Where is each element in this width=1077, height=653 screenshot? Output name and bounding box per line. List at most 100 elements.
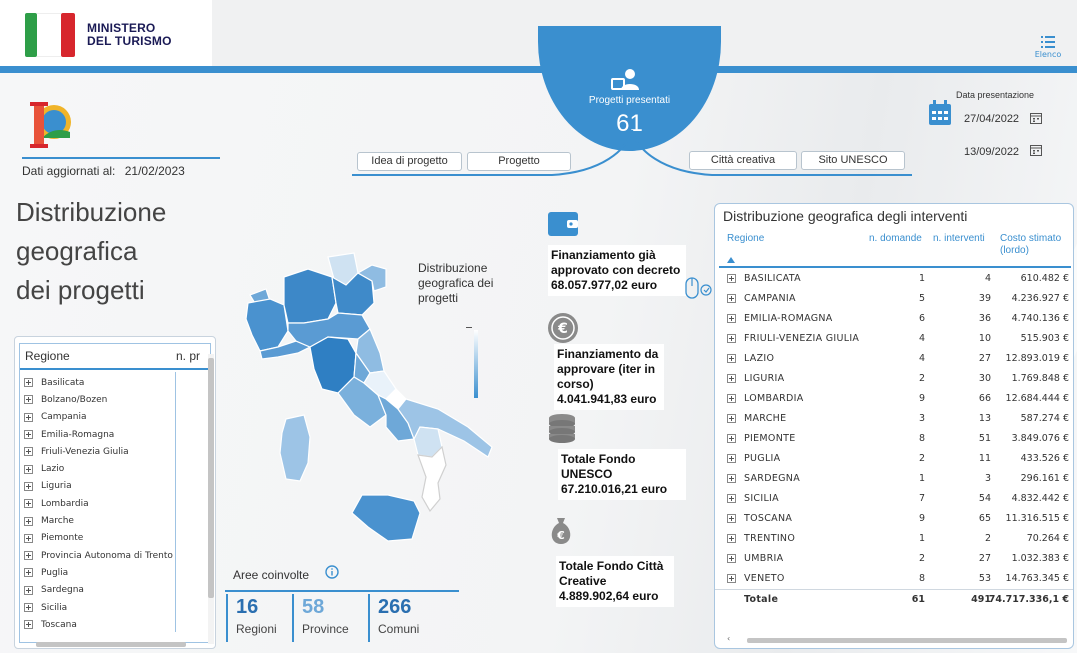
table-scroll-thumb[interactable]	[747, 638, 1067, 643]
col-header-regione[interactable]: Regione	[727, 233, 764, 245]
expand-icon[interactable]	[24, 395, 33, 405]
slicer-hscroll-thumb[interactable]	[36, 642, 186, 647]
slicer-scroll-thumb[interactable]	[208, 358, 214, 598]
date-end-input[interactable]: 13/09/2022	[964, 146, 1019, 158]
slicer-item[interactable]: Lombardia	[24, 495, 174, 512]
header-divider	[0, 66, 1077, 73]
date-start-input[interactable]: 27/04/2022	[964, 113, 1019, 125]
expand-icon[interactable]	[24, 551, 33, 561]
expand-icon[interactable]	[727, 414, 736, 423]
expand-icon[interactable]	[24, 481, 33, 491]
expand-icon[interactable]	[727, 454, 736, 463]
filter-progetto[interactable]: Progetto	[467, 152, 571, 171]
slicer-item[interactable]: Sardegna	[24, 582, 174, 599]
table-row[interactable]: EMILIA-ROMAGNA 6 36 4.740.136 €	[715, 309, 1073, 329]
slicer-horizontal-scrollbar[interactable]	[24, 640, 212, 648]
cell-domande: 2	[918, 553, 925, 564]
cell-domande: 1	[918, 533, 925, 544]
table-row[interactable]: SARDEGNA 1 3 296.161 €	[715, 469, 1073, 489]
expand-icon[interactable]	[727, 314, 736, 323]
slicer-vertical-scrollbar[interactable]	[208, 354, 214, 644]
table-row[interactable]: LAZIO 4 27 12.893.019 €	[715, 349, 1073, 369]
col-header-domande[interactable]: n. domande	[869, 233, 922, 245]
cell-costo: 610.482 €	[1020, 273, 1069, 284]
filter-idea-di-progetto[interactable]: Idea di progetto	[357, 152, 462, 171]
cell-interventi: 30	[978, 373, 991, 384]
interventions-table: Distribuzione geografica degli intervent…	[714, 203, 1074, 649]
expand-icon[interactable]	[24, 499, 33, 509]
slicer-item[interactable]: Puglia	[24, 564, 174, 581]
col-header-interventi[interactable]: n. interventi	[933, 233, 985, 245]
slicer-item[interactable]: Bolzano/Bozen	[24, 391, 174, 408]
slicer-item[interactable]: Toscana	[24, 616, 174, 633]
table-row[interactable]: LOMBARDIA 9 66 12.684.444 €	[715, 389, 1073, 409]
expand-icon[interactable]	[727, 394, 736, 403]
expand-icon[interactable]	[727, 474, 736, 483]
table-row[interactable]: TRENTINO 1 2 70.264 €	[715, 529, 1073, 549]
filter-sito-unesco[interactable]: Sito UNESCO	[801, 151, 905, 170]
expand-icon[interactable]	[727, 494, 736, 503]
expand-icon[interactable]	[727, 354, 736, 363]
table-row[interactable]: UMBRIA 2 27 1.032.383 €	[715, 549, 1073, 569]
table-row[interactable]: MARCHE 3 13 587.274 €	[715, 409, 1073, 429]
slicer-item[interactable]: Lazio	[24, 460, 174, 477]
slicer-col-nprogetti[interactable]: n. pr	[176, 349, 200, 363]
expand-icon[interactable]	[24, 412, 33, 422]
slicer-item-label: Puglia	[41, 567, 69, 578]
filter-citta-creativa[interactable]: Città creativa	[689, 151, 797, 170]
table-row[interactable]: PUGLIA 2 11 433.526 €	[715, 449, 1073, 469]
elenco-button[interactable]: Elenco	[1030, 36, 1066, 59]
cell-costo: 12.893.019 €	[1005, 353, 1069, 364]
expand-icon[interactable]	[24, 620, 33, 630]
table-row[interactable]: CAMPANIA 5 39 4.236.927 €	[715, 289, 1073, 309]
table-row[interactable]: BASILICATA 1 4 610.482 €	[715, 269, 1073, 289]
slicer-item[interactable]: Friuli-Venezia Giulia	[24, 443, 174, 460]
expand-icon[interactable]	[727, 274, 736, 283]
expand-icon[interactable]	[24, 533, 33, 543]
slicer-item[interactable]: Marche	[24, 512, 174, 529]
expand-icon[interactable]	[727, 334, 736, 343]
scroll-left-arrow-icon[interactable]: ‹	[727, 634, 730, 643]
table-row[interactable]: TOSCANA 9 65 11.316.515 €	[715, 509, 1073, 529]
slicer-item[interactable]: Sicilia	[24, 599, 174, 616]
cell-regione: FRIULI-VENEZIA GIULIA	[744, 333, 860, 344]
table-row[interactable]: PIEMONTE 8 51 3.849.076 €	[715, 429, 1073, 449]
expand-icon[interactable]	[24, 568, 33, 578]
expand-icon[interactable]	[727, 374, 736, 383]
expand-icon[interactable]	[727, 514, 736, 523]
col-header-costo[interactable]: Costo stimato (lordo)	[1000, 233, 1061, 257]
slicer-col-regione[interactable]: Regione	[25, 349, 70, 363]
slicer-item[interactable]: Campania	[24, 409, 174, 426]
slicer-item[interactable]: Emilia-Romagna	[24, 426, 174, 443]
expand-icon[interactable]	[24, 430, 33, 440]
expand-icon[interactable]	[24, 447, 33, 457]
sort-ascending-icon[interactable]	[727, 257, 735, 263]
slicer-item[interactable]: Basilicata	[24, 374, 174, 391]
slicer-item[interactable]: Liguria	[24, 478, 174, 495]
table-header-divider	[719, 266, 1071, 268]
table-row[interactable]: SICILIA 7 54 4.832.442 €	[715, 489, 1073, 509]
cell-interventi: 10	[978, 333, 991, 344]
expand-icon[interactable]	[727, 534, 736, 543]
expand-icon[interactable]	[24, 603, 33, 612]
table-row[interactable]: VENETO 8 53 14.763.345 €	[715, 569, 1073, 589]
date-picker-icon[interactable]	[1030, 144, 1042, 156]
expand-icon[interactable]	[24, 516, 33, 526]
col-header-costo-line2: (lordo)	[1000, 245, 1029, 256]
date-picker-icon[interactable]	[1030, 112, 1042, 124]
cell-costo: 12.684.444 €	[1005, 393, 1069, 404]
slicer-item[interactable]: Provincia Autonoma di Trento	[24, 547, 174, 564]
info-icon[interactable]	[325, 565, 339, 579]
table-horizontal-scrollbar[interactable]: ‹	[727, 634, 1071, 644]
table-row[interactable]: FRIULI-VENEZIA GIULIA 4 10 515.903 €	[715, 329, 1073, 349]
expand-icon[interactable]	[727, 574, 736, 583]
slicer-item[interactable]: Piemonte	[24, 530, 174, 547]
projects-label: Progetti presentati	[588, 95, 671, 106]
expand-icon[interactable]	[727, 434, 736, 443]
expand-icon[interactable]	[24, 464, 33, 474]
expand-icon[interactable]	[24, 585, 33, 595]
expand-icon[interactable]	[727, 554, 736, 563]
table-row[interactable]: LIGURIA 2 30 1.769.848 €	[715, 369, 1073, 389]
expand-icon[interactable]	[727, 294, 736, 303]
expand-icon[interactable]	[24, 378, 33, 388]
